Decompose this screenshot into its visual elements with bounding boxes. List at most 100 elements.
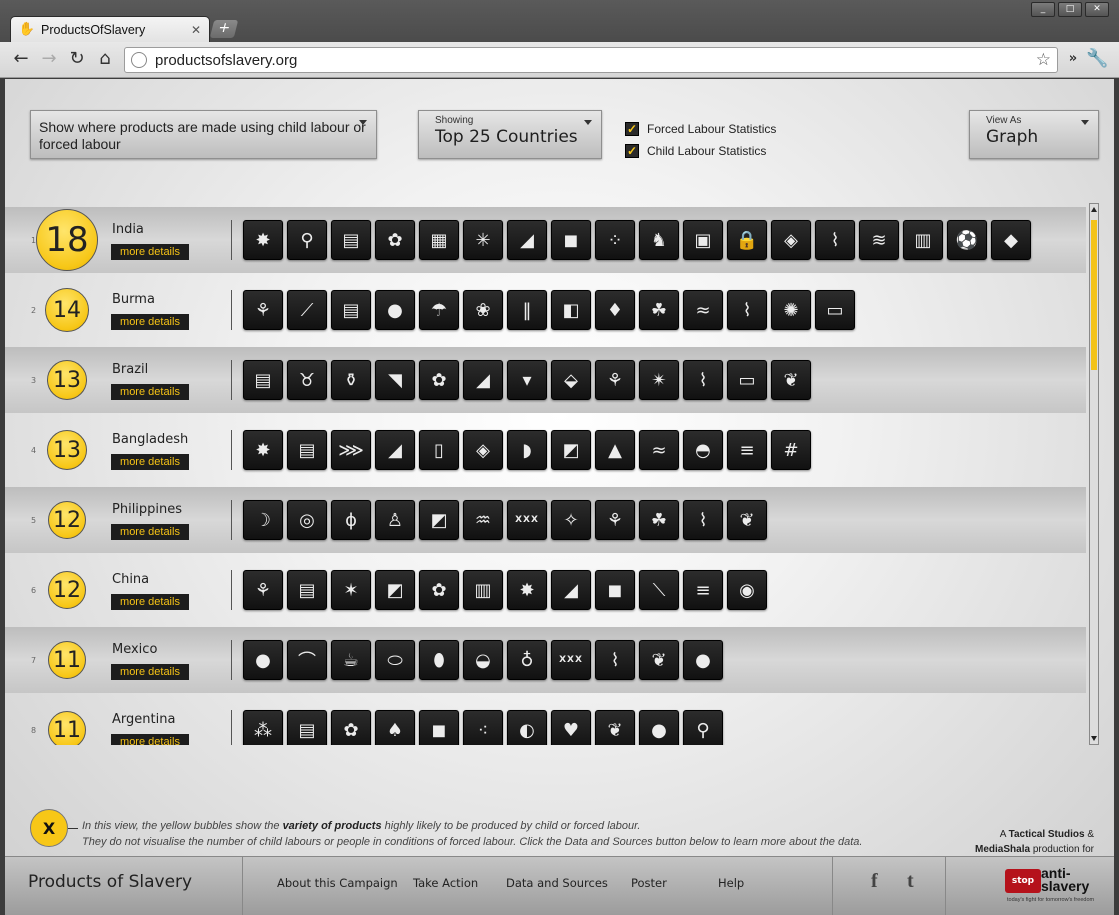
sugarcane-icon[interactable]: ⌇	[727, 290, 767, 330]
child-labour-checkbox[interactable]: ✓	[625, 144, 639, 158]
fish-icon[interactable]: ⋙	[331, 430, 371, 470]
help-link[interactable]: Help	[718, 876, 744, 890]
charcoal-icon[interactable]: ◥	[375, 360, 415, 400]
scrollbar-thumb[interactable]	[1091, 220, 1097, 370]
forced-labour-option[interactable]: ✓ Forced Labour Statistics	[625, 118, 776, 140]
porn-icon[interactable]: XXX	[551, 640, 591, 680]
cattle-icon[interactable]: ♉	[287, 360, 327, 400]
tobacco-icon[interactable]: ❦	[771, 360, 811, 400]
artificial-flower-icon[interactable]: ⚘	[243, 570, 283, 610]
forward-icon[interactable]: →	[38, 48, 60, 70]
faucet-icon[interactable]: ⚲	[287, 220, 327, 260]
sisal-icon[interactable]: ✴	[639, 360, 679, 400]
scroll-down-arrow-icon[interactable]	[1091, 736, 1097, 741]
address-bar[interactable]: productsofslavery.org ☆	[124, 47, 1058, 73]
footer-site-title[interactable]: Products of Slavery	[28, 872, 192, 892]
take-action-link[interactable]: Take Action	[413, 876, 478, 890]
garlic-icon[interactable]: ♠	[375, 710, 415, 745]
coffee-icon[interactable]: ☕	[331, 640, 371, 680]
coal-icon[interactable]: ◩	[375, 570, 415, 610]
shrimp-icon[interactable]: ≈	[639, 430, 679, 470]
sugarcane-icon[interactable]: ⌇	[815, 220, 855, 260]
electronics-icon[interactable]: ▥	[463, 570, 503, 610]
more-details-button[interactable]: more details	[111, 384, 189, 400]
netting-icon[interactable]: #	[771, 430, 811, 470]
rubber-icon[interactable]: ☘	[639, 500, 679, 540]
cane-icon[interactable]: ⟋	[287, 290, 327, 330]
poster-link[interactable]: Poster	[631, 876, 667, 890]
goat-icon[interactable]: ♞	[639, 220, 679, 260]
textile-icon[interactable]: ≡	[683, 570, 723, 610]
home-icon[interactable]: ⌂	[94, 48, 116, 70]
browser-tab[interactable]: ✋ ProductsOfSlavery ✕	[10, 16, 210, 42]
bean-icon[interactable]: ●	[243, 640, 283, 680]
sunflower-icon[interactable]: ✺	[771, 290, 811, 330]
sugarcane-icon[interactable]: ⌇	[683, 360, 723, 400]
list-scrollbar[interactable]	[1089, 203, 1099, 745]
chili-icon[interactable]: ⌒	[287, 640, 327, 680]
fireworks-icon[interactable]: ✸	[243, 220, 283, 260]
yerba-icon[interactable]: ⚲	[683, 710, 723, 745]
forced-labour-checkbox[interactable]: ✓	[625, 122, 639, 136]
new-tab-button[interactable]: +	[209, 20, 239, 38]
toy-icon[interactable]: ◉	[727, 570, 767, 610]
bricks-icon[interactable]: ▤	[287, 430, 327, 470]
coal-icon[interactable]: ◩	[419, 500, 459, 540]
onion-icon[interactable]: ♁	[507, 640, 547, 680]
christmas-icon[interactable]: ✶	[331, 570, 371, 610]
lock-icon[interactable]: 🔒	[727, 220, 767, 260]
fireworks-icon[interactable]: ✸	[243, 430, 283, 470]
cotton-icon[interactable]: ✿	[419, 360, 459, 400]
rice-icon[interactable]: ⚘	[595, 500, 635, 540]
pottery-icon[interactable]: ⚱	[331, 360, 371, 400]
shoe-icon[interactable]: ◢	[551, 570, 591, 610]
glass-icon[interactable]: ◈	[771, 220, 811, 260]
tshirt-icon[interactable]: ◼	[595, 570, 635, 610]
glass-icon[interactable]: ◈	[463, 430, 503, 470]
briefcase-icon[interactable]: ▣	[683, 220, 723, 260]
stones-icon[interactable]: ⁘	[595, 220, 635, 260]
rice-icon[interactable]: ⚘	[595, 360, 635, 400]
cotton-icon[interactable]: ✿	[419, 570, 459, 610]
extensions-chevron-icon[interactable]: »	[1062, 48, 1084, 70]
tshirt-icon[interactable]: ◼	[419, 710, 459, 745]
blueberry-icon[interactable]: ⁂	[243, 710, 283, 745]
carpet-icon[interactable]: ▦	[419, 220, 459, 260]
more-details-button[interactable]: more details	[111, 734, 189, 745]
nail-icon[interactable]: ⟍	[639, 570, 679, 610]
leather-icon[interactable]: ◗	[507, 430, 547, 470]
scroll-up-arrow-icon[interactable]	[1091, 207, 1097, 212]
more-details-button[interactable]: more details	[111, 594, 189, 610]
sugarcane-icon[interactable]: ⌇	[595, 640, 635, 680]
showing-dropdown[interactable]: Showing Top 25 Countries	[418, 110, 602, 159]
rug-icon[interactable]: ▥	[903, 220, 943, 260]
shoe-icon[interactable]: ◢	[463, 360, 503, 400]
minimize-button[interactable]: _	[1031, 2, 1055, 17]
coconut-icon[interactable]: ◎	[287, 500, 327, 540]
bricks-icon[interactable]: ▤	[331, 290, 371, 330]
fern-icon[interactable]: ✳	[463, 220, 503, 260]
melon-icon[interactable]: ◒	[463, 640, 503, 680]
ruby-icon[interactable]: ♦	[595, 290, 635, 330]
view-as-dropdown[interactable]: View As Graph	[969, 110, 1099, 159]
pig-icon[interactable]: ♒	[463, 500, 503, 540]
cotton-icon[interactable]: ✿	[331, 710, 371, 745]
carrot-icon[interactable]: ▾	[507, 360, 547, 400]
bamboo-icon[interactable]: ‖	[507, 290, 547, 330]
about-campaign-link[interactable]: About this Campaign	[277, 876, 398, 890]
tomato-icon[interactable]: ●	[683, 640, 723, 680]
bricks-icon[interactable]: ▤	[331, 220, 371, 260]
sugarcane-icon[interactable]: ⌇	[683, 500, 723, 540]
fireworks-icon[interactable]: ✸	[507, 570, 547, 610]
bricks-icon[interactable]: ▤	[287, 570, 327, 610]
flower-icon[interactable]: ❀	[463, 290, 503, 330]
salt-icon[interactable]: ▲	[595, 430, 635, 470]
wrench-icon[interactable]: 🔧	[1086, 48, 1108, 70]
rice-icon[interactable]: ⚘	[243, 290, 283, 330]
tobacco-icon[interactable]: ❦	[727, 500, 767, 540]
pyrotechnics-icon[interactable]: ✧	[551, 500, 591, 540]
tobacco-icon[interactable]: ❦	[595, 710, 635, 745]
close-window-button[interactable]: ✕	[1085, 2, 1109, 17]
twitter-icon[interactable]: t	[907, 870, 914, 893]
cucumber-icon[interactable]: ⬭	[375, 640, 415, 680]
